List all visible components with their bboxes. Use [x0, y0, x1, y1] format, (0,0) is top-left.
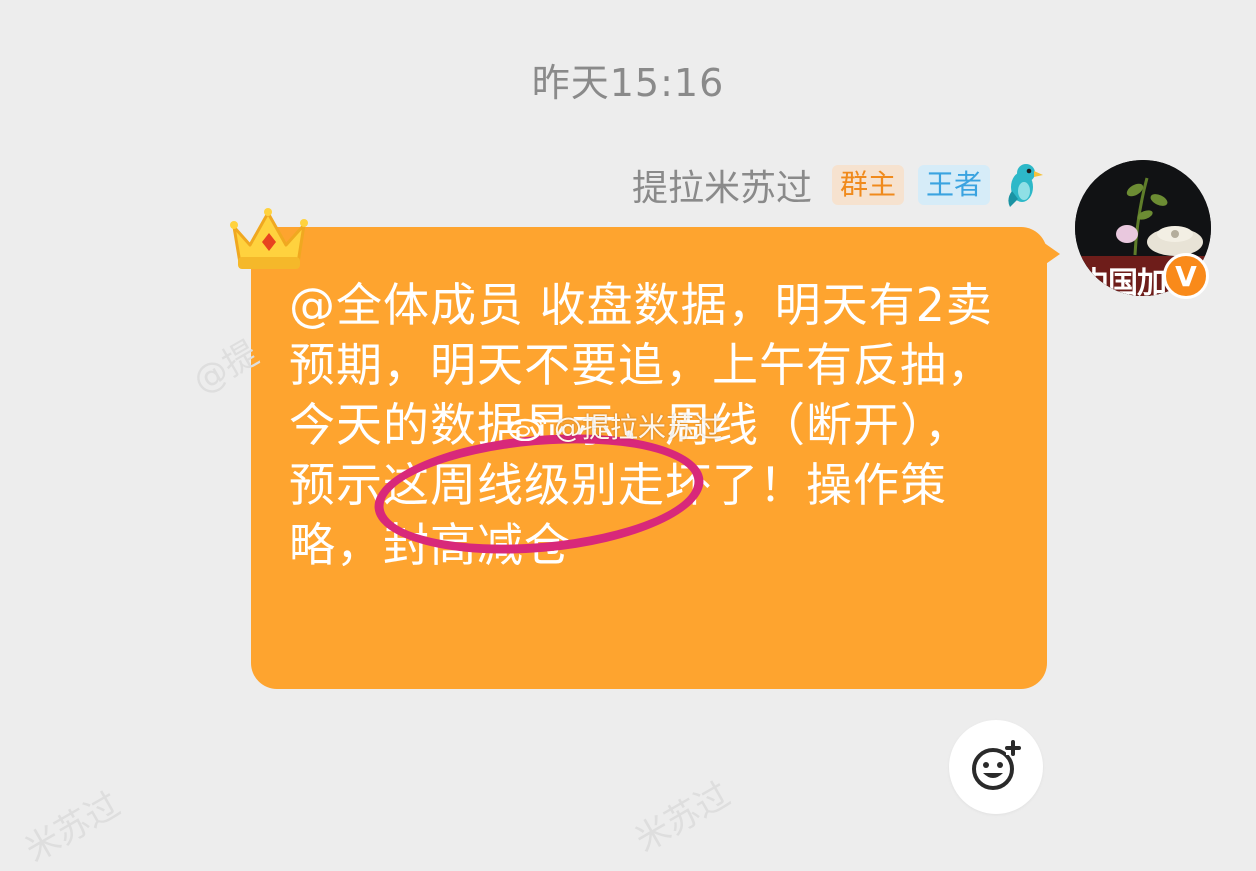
avatar-caption: 中国加: [1079, 266, 1167, 296]
message-bubble[interactable]: @全体成员 收盘数据，明天有2卖预期，明天不要追，上午有反抽，今天的数据显示，周…: [251, 227, 1047, 689]
smiley-plus-icon: [972, 740, 1021, 790]
weibo-icon: [508, 413, 547, 441]
message-timestamp: 昨天15:16: [531, 61, 725, 105]
sender-name[interactable]: 提拉米苏过: [632, 159, 812, 211]
faint-watermark-3: 米苏过: [628, 774, 737, 861]
group-owner-badge: 群主: [831, 165, 904, 205]
weibo-watermark: @提拉米苏过: [508, 408, 722, 444]
faint-watermark-2: 米苏过: [18, 784, 127, 871]
king-badge: 王者: [917, 165, 990, 205]
crown-icon: [230, 208, 308, 269]
sender-row: 提拉米苏过 群主 王者: [632, 160, 1044, 210]
verified-v-icon: V: [1163, 253, 1209, 299]
blue-bird-icon: [1008, 164, 1043, 207]
emoji-reaction-button[interactable]: [949, 720, 1043, 814]
watermark-text: @提拉米苏过: [554, 411, 723, 444]
